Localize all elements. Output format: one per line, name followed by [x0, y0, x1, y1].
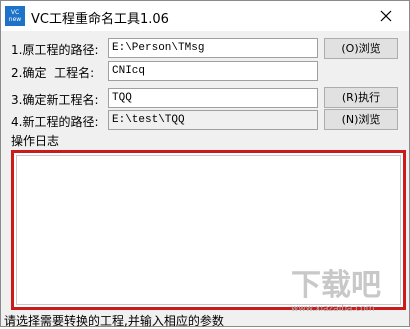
close-button[interactable]: [363, 1, 409, 31]
new-project-name-label: 3.确定新工程名:: [11, 93, 99, 107]
watermark-url: www.xiazaiba.com: [291, 304, 375, 314]
browse-original-button[interactable]: (O)浏览: [324, 38, 398, 59]
new-project-name-field[interactable]: TQQ: [108, 88, 318, 108]
new-path-field[interactable]: E:\test\TQQ: [108, 110, 318, 130]
app-icon: VC new: [5, 6, 25, 26]
execute-button[interactable]: (R)执行: [324, 87, 398, 108]
project-name-label: 2.确定 工程名:: [11, 66, 95, 80]
app-icon-text-top: VC: [10, 9, 20, 16]
log-label: 操作日志: [11, 134, 60, 148]
watermark-logo: 下载吧 www.xiazaiba.com: [291, 269, 403, 324]
app-window: VC new VC工程重命名工具1.06 1.原工程的路径: E:\Person…: [0, 0, 410, 328]
browse-new-button[interactable]: (N)浏览: [324, 109, 398, 130]
original-path-label: 1.原工程的路径:: [11, 43, 99, 57]
app-icon-text-bottom: new: [8, 16, 22, 23]
window-title: VC工程重命名工具1.06: [31, 12, 169, 27]
watermark-main: 下载吧: [291, 268, 381, 303]
new-path-label: 4.新工程的路径:: [11, 115, 99, 129]
close-icon: [380, 10, 392, 22]
title-bar: VC new VC工程重命名工具1.06: [1, 1, 409, 31]
project-name-field[interactable]: CNIcq: [108, 61, 318, 81]
status-text: 请选择需要转换的工程,并输入相应的参数: [4, 314, 224, 328]
original-path-field[interactable]: E:\Person\TMsg: [108, 38, 318, 58]
